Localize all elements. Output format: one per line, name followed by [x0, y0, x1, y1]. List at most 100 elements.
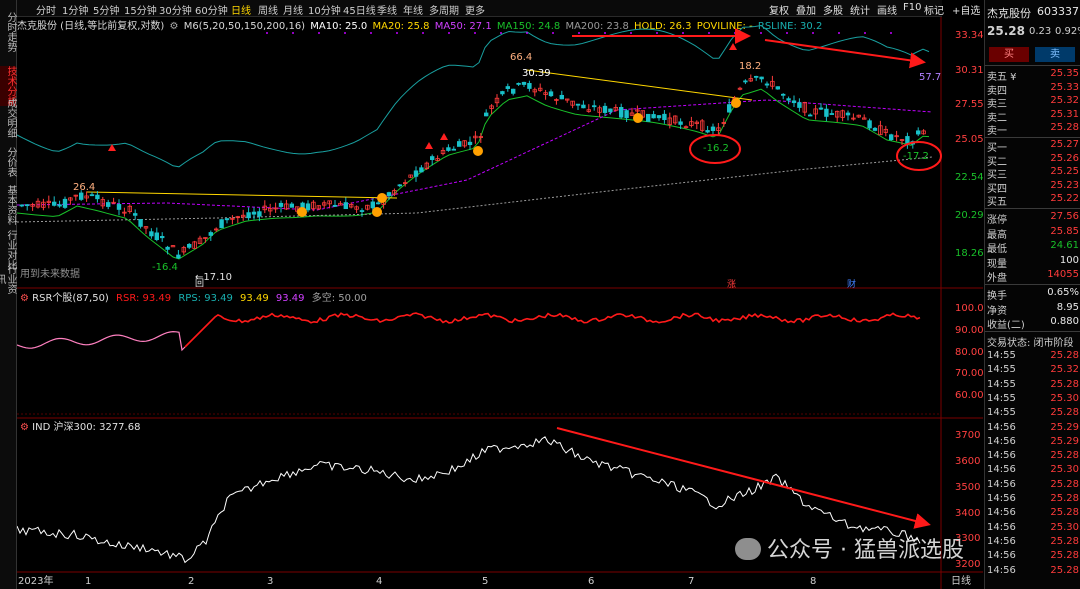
- tick-label: 14:55: [987, 407, 1016, 419]
- ask-value: 25.32: [1050, 95, 1079, 106]
- candle-body: [710, 126, 716, 131]
- nav-tab-fenshi[interactable]: 分时走势: [0, 2, 16, 62]
- nav-tab-news[interactable]: 行业资讯: [0, 264, 16, 294]
- candle-body: [646, 113, 651, 122]
- bid-row: 买二 25.26: [987, 153, 1080, 168]
- signal-dot-icon: [297, 207, 307, 217]
- candle-body: [456, 141, 462, 147]
- ind-legend: ⚙ IND 沪深300: 3277.68: [20, 420, 140, 433]
- stat2-row: 净资 8.95: [987, 302, 1080, 317]
- candle-body: [656, 115, 662, 119]
- label-57-7: 57.7: [919, 72, 941, 83]
- tick-value: 25.30: [1050, 521, 1079, 533]
- candle-body: [24, 204, 30, 207]
- rsr-tick: 70.00: [955, 368, 983, 379]
- tick-label: 14:56: [987, 493, 1016, 504]
- candle-body: [791, 100, 797, 104]
- candle-body: [413, 170, 419, 177]
- dot-icon: [760, 32, 762, 34]
- gear-icon[interactable]: ⚙: [20, 422, 32, 433]
- candle-body: [89, 194, 95, 197]
- candle-body: [138, 219, 143, 227]
- wechat-icon: [735, 538, 761, 560]
- candle-body: [483, 112, 489, 117]
- trade-status: 交易状态: 闭市阶段: [987, 334, 1080, 349]
- trade-status-text: 交易状态: 闭市阶段: [987, 338, 1074, 349]
- ask-row: 卖一 25.28: [987, 122, 1080, 137]
- tick-label: 14:56: [987, 464, 1016, 476]
- candle-body: [149, 231, 154, 237]
- signal-dot-icon: [473, 146, 483, 156]
- event-cai: 财: [847, 278, 856, 290]
- dot-icon: [682, 32, 684, 34]
- candle-body: [429, 156, 435, 160]
- candle-body: [257, 211, 262, 217]
- candle-body: [289, 203, 294, 208]
- tick-value: 25.29: [1050, 421, 1079, 433]
- price-tick: 22.54: [955, 172, 983, 183]
- tick-row: 14:56 25.28: [987, 450, 1080, 463]
- bid-value: 25.22: [1050, 193, 1079, 204]
- candle-body: [370, 201, 375, 209]
- rsr-line-high: [184, 312, 921, 348]
- stat-value: 27.56: [1050, 211, 1079, 222]
- sell-button[interactable]: 卖: [1035, 47, 1075, 62]
- nav-tab-pricetable[interactable]: 分价表: [0, 144, 16, 180]
- price-tick: 20.29: [955, 210, 983, 221]
- tick-row: 14:55 25.32: [987, 364, 1080, 377]
- rsr-tick: 60.00: [955, 390, 983, 401]
- rsr-tick: 80.00: [955, 347, 983, 358]
- last-price: 25.28: [987, 24, 1025, 38]
- rsr-axis: 100.0 90.00 80.00 70.00 60.00: [955, 303, 983, 401]
- tick-value: 25.28: [1050, 407, 1079, 419]
- label-high: 66.4: [510, 52, 532, 63]
- nav-tab-basic[interactable]: 基本资料: [0, 182, 16, 228]
- tick-label: 14:55: [987, 350, 1016, 361]
- candle-body: [305, 203, 311, 211]
- candle-body: [467, 141, 473, 146]
- candle-body: [619, 106, 624, 118]
- tick-row: 14:56 25.28: [987, 507, 1080, 520]
- ask-label: 卖一: [987, 126, 1007, 137]
- kline-chart[interactable]: 66.4 30.39 18.2 57.7 26.4 -16.4 ←17.10 -…: [17, 0, 983, 589]
- candle-body: [154, 232, 159, 240]
- tick-row: 14:56 25.28: [987, 479, 1080, 492]
- candle-body: [343, 202, 348, 210]
- ind-tick: 3700: [955, 430, 980, 441]
- tick-row: 14:56 25.28: [987, 493, 1080, 506]
- watermark-text: 公众号 · 猛兽派选股: [767, 538, 964, 563]
- candle-body: [905, 136, 910, 144]
- candle-body: [332, 204, 338, 207]
- price-pct: 0.92%: [1055, 26, 1080, 37]
- candle-body: [208, 232, 213, 236]
- rsr-tick: 100.0: [955, 303, 983, 314]
- buy-button[interactable]: 买: [989, 47, 1029, 62]
- up-triangle-icon: [425, 142, 433, 149]
- nav-tab-deal[interactable]: 成交明细: [0, 96, 16, 140]
- price-tick: 18.26: [955, 248, 983, 259]
- rsr-value-3: 93.49: [240, 293, 269, 304]
- stat-label: 最高: [987, 229, 1007, 241]
- tick-row: 14:56 25.28: [987, 565, 1080, 578]
- rsr-line-low: [17, 330, 186, 352]
- tick-label: 14:56: [987, 550, 1016, 562]
- candle-body: [246, 212, 251, 219]
- event-zhang: 涨: [727, 279, 736, 290]
- stat2-label: 换手: [987, 291, 1007, 302]
- tick-value: 25.28: [1050, 378, 1079, 390]
- bid-row: 买五 25.22: [987, 193, 1080, 208]
- stat-value: 100: [1059, 254, 1079, 266]
- rsr-value: RSR: 93.49: [116, 293, 171, 304]
- tick-row: 14:56 25.30: [987, 522, 1080, 535]
- candle-body: [176, 254, 181, 259]
- candle-body: [251, 211, 257, 215]
- price-axis: 33.34 30.31 27.55 25.05 22.54 20.29 18.2…: [955, 30, 983, 259]
- dot-icon: [526, 32, 528, 34]
- ind-tick: 3500: [955, 482, 980, 493]
- gear-icon[interactable]: ⚙: [20, 293, 32, 304]
- tick-row: 14:56 25.29: [987, 436, 1080, 449]
- stat2-label: 净资: [987, 305, 1007, 317]
- candle-body: [186, 244, 192, 248]
- dot-icon: [708, 32, 710, 34]
- ind-tick: 3600: [955, 456, 980, 467]
